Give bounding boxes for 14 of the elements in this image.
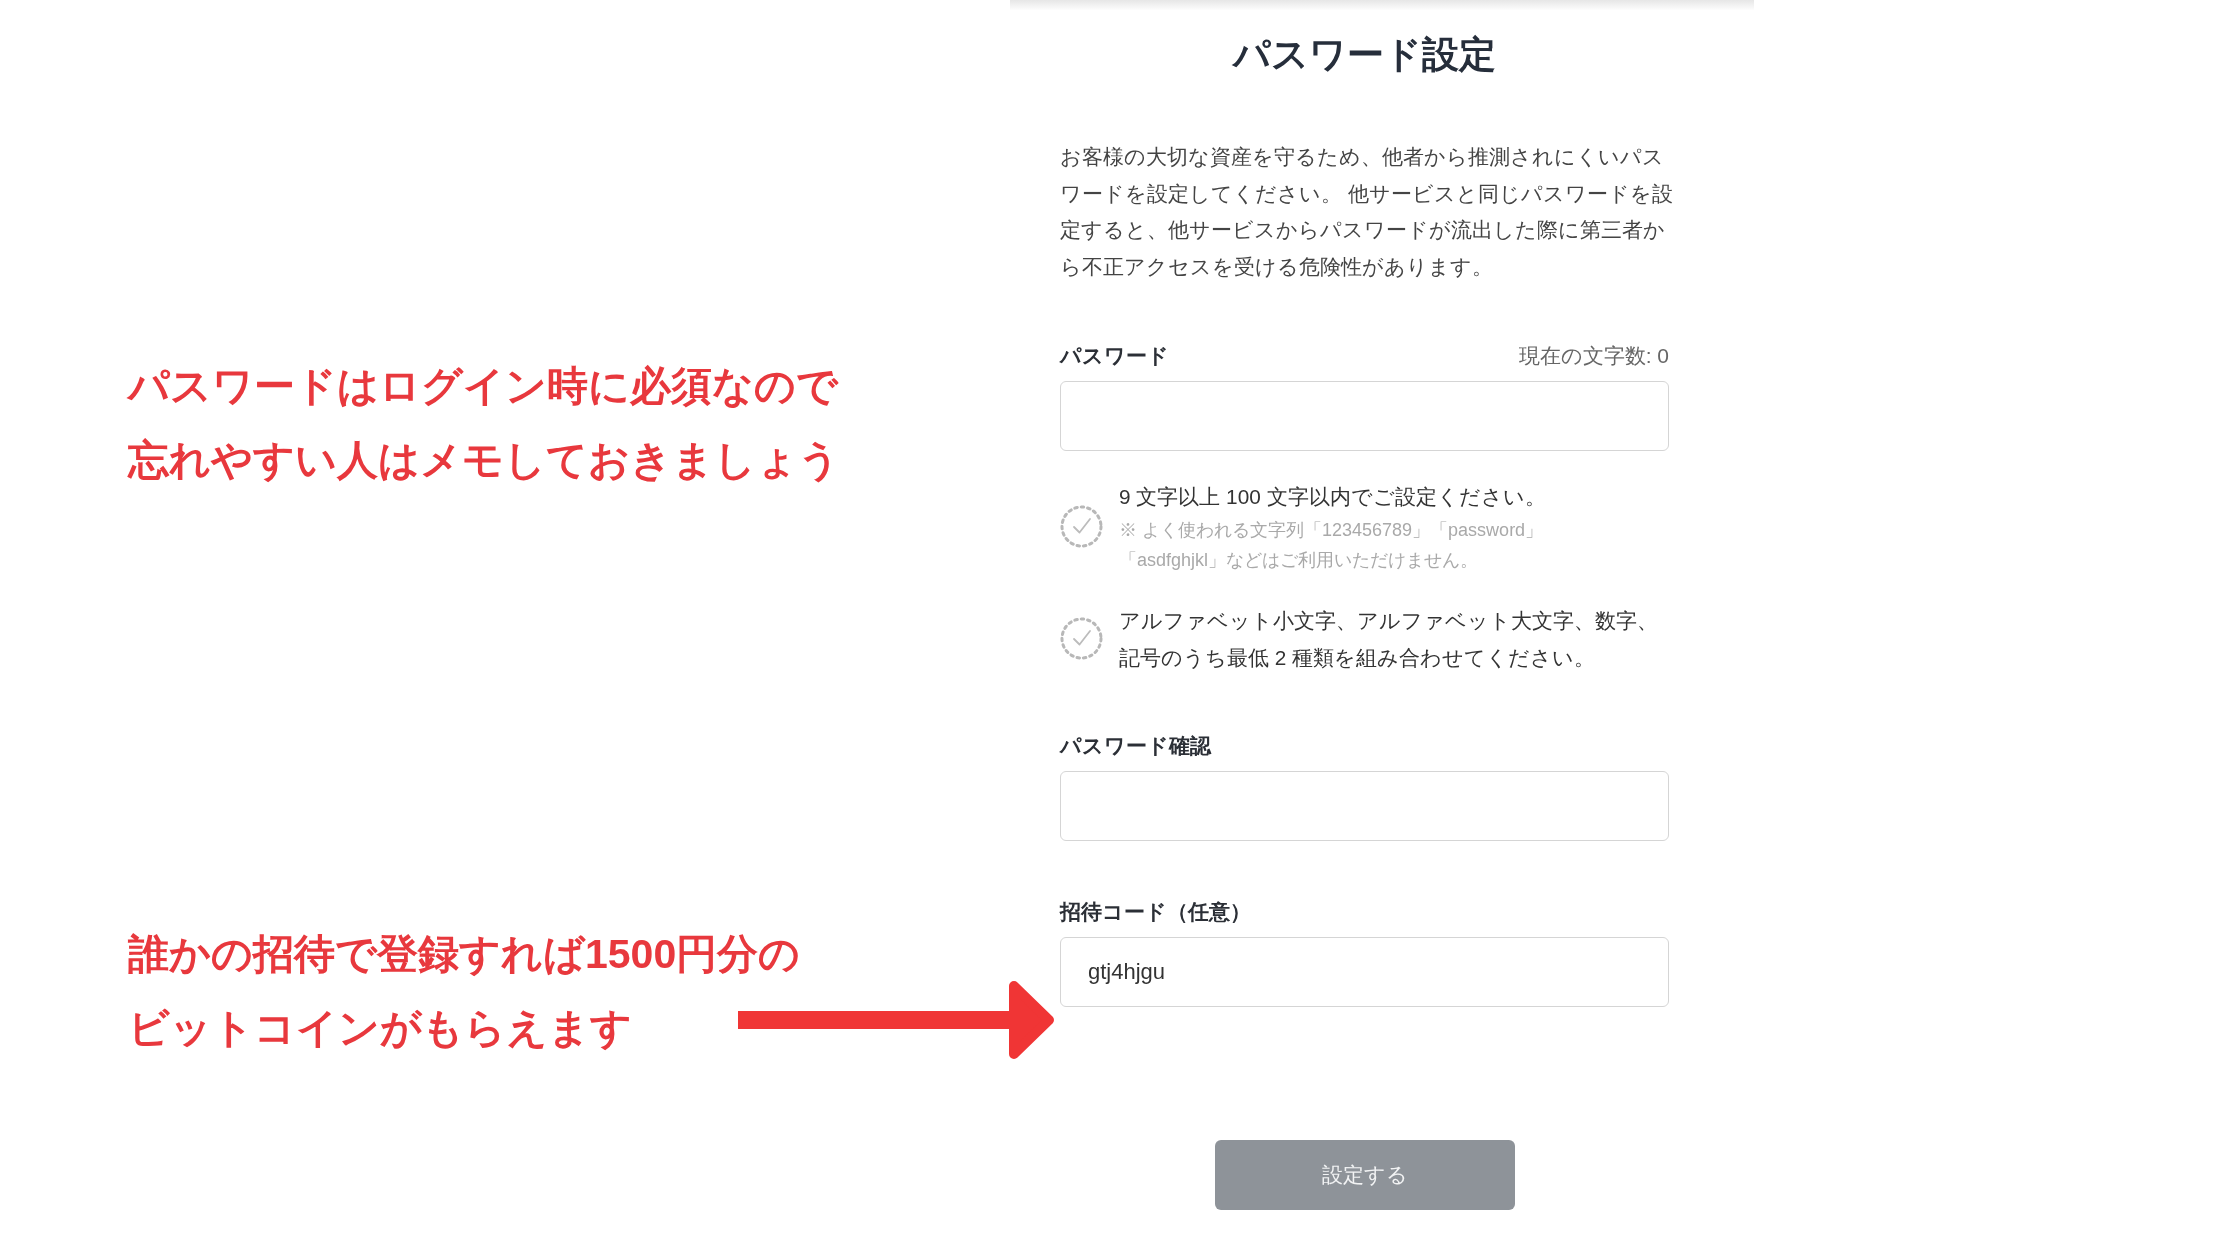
- annotation-text: 誰かの招待で登録すれば1500円分の ビットコインがもらえます: [128, 930, 801, 1053]
- page-title: パスワード設定: [1233, 34, 1496, 75]
- invite-code-field[interactable]: gtj4hjgu: [1060, 936, 1669, 1007]
- password-field[interactable]: [1060, 380, 1669, 451]
- rule-text: アルファベット小文字、アルファベット大文字、数字、記号のうち最低 2 種類を組み合わせてください。: [1119, 607, 1659, 671]
- field-label: 招待コード（任意）: [1060, 898, 1251, 925]
- annotation-text: パスワードはログイン時に必須なので 忘れやすい人はメモしておきましょう: [128, 362, 840, 485]
- rule-text: 9 文字以上 100 文字以内でご設定ください。: [1119, 483, 1547, 510]
- confirm-password-field[interactable]: [1060, 770, 1669, 841]
- description-text: お客様の大切な資産を守るため、他者から推測されにくいパスワードを設定してください。 他サービスと同じパスワードを設定すると、他サービスからパスワードが流出した際に第三者から不正アクセスを受ける危険性があります。: [1060, 144, 1674, 281]
- rule-note: ※ よく使われる文字列「123456789」「password」「asdfghjkl」などはご利用いただけません。: [1119, 518, 1545, 572]
- character-counter: 現在の文字数: 0: [1518, 342, 1669, 369]
- field-label: パスワード: [1060, 342, 1169, 369]
- field-label: パスワード確認: [1060, 732, 1211, 759]
